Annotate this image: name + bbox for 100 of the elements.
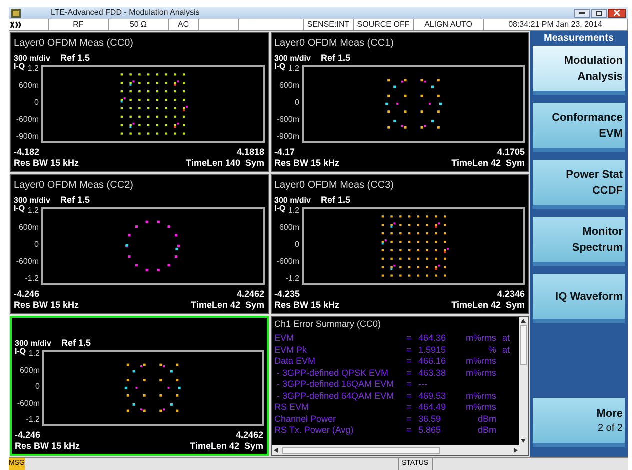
equals-sign: = bbox=[406, 414, 413, 424]
summary-title: Ch1 Error Summary (CC0) bbox=[274, 320, 382, 329]
scale-label: 300 m/div bbox=[14, 197, 50, 205]
metric-label: RS EVM bbox=[274, 403, 310, 412]
y-tick-label: -600m bbox=[16, 116, 39, 124]
plot-panel[interactable]: Layer0 OFDM Meas (CC0) 300 m/div Ref 1.5 I-Q 1.2 600m 0 -600m -900m -4.182 4.1818 Res BW 15 kHz TimeLen 140 Sym bbox=[10, 32, 268, 172]
x-min-label: -4.17 bbox=[274, 148, 296, 157]
equals-sign: = bbox=[406, 403, 413, 412]
softkey-button[interactable]: Monitor Spectrum bbox=[533, 217, 625, 266]
scale-label: 300 m/div bbox=[274, 197, 311, 205]
y-tick-label: 600m bbox=[279, 82, 300, 90]
app-icon bbox=[11, 8, 21, 18]
scale-label: 300 m/div bbox=[274, 55, 311, 63]
status-cell: 50 Ω bbox=[130, 20, 148, 28]
ref-label: Ref 1.5 bbox=[60, 196, 90, 205]
axis-label: I-Q bbox=[15, 348, 26, 356]
timelen-label: TimeLen 42 Sym bbox=[452, 159, 525, 168]
y-tick-label: -1.2 bbox=[26, 416, 40, 424]
y-tick-label: -1.2 bbox=[286, 275, 300, 283]
x-max-label: 4.2462 bbox=[236, 290, 264, 299]
scroll-up-icon bbox=[521, 319, 526, 323]
horizontal-scrollbar[interactable] bbox=[272, 445, 528, 455]
axis-label: I-Q bbox=[14, 63, 26, 71]
equals-sign: = bbox=[406, 426, 413, 436]
ref-label: Ref 1.5 bbox=[320, 196, 350, 205]
equals-sign: = bbox=[406, 334, 413, 344]
y-tick-label: 600m bbox=[18, 82, 39, 90]
minimize-button[interactable] bbox=[574, 8, 590, 18]
metric-unit: m%rms bbox=[466, 368, 496, 378]
y-tick-label: 1.2 bbox=[28, 65, 39, 73]
metric-value: 5.865 bbox=[418, 426, 442, 436]
timelen-label: TimeLen 42 Sym bbox=[191, 301, 264, 310]
y-tick-label: 1.2 bbox=[28, 207, 39, 215]
close-icon bbox=[614, 10, 620, 16]
equals-sign: = bbox=[406, 392, 413, 401]
softkey-button[interactable]: Conformance EVM bbox=[533, 103, 625, 152]
ref-label: Ref 1.5 bbox=[61, 339, 91, 348]
softkey-menu-title: Measurements bbox=[542, 32, 616, 46]
x-min-label: -4.246 bbox=[14, 290, 40, 299]
y-tick-label: 1.2 bbox=[28, 350, 40, 358]
rbw-label: Res BW 15 kHz bbox=[15, 442, 80, 451]
plot-panel[interactable]: Layer0 OFDM Meas (CC1) 300 m/div Ref 1.5 I-Q 1.2 600m 0 -600m -900m -4.17 4.1705 Res BW 15 kHz TimeLen 42 Sym bbox=[270, 32, 529, 172]
scroll-right-icon bbox=[514, 448, 518, 452]
timelen-label: TimeLen 140 Sym bbox=[186, 159, 264, 168]
status-cell: SOURCE OFF bbox=[357, 20, 410, 28]
metric-unit: % bbox=[488, 344, 496, 355]
y-tick-label: 600m bbox=[279, 224, 300, 232]
restore-button[interactable] bbox=[591, 8, 607, 18]
restore-icon bbox=[596, 10, 602, 16]
y-tick-label: -900m bbox=[16, 133, 39, 141]
y-tick-label: 1.2 bbox=[288, 65, 300, 73]
metric-value: 469.53 bbox=[418, 392, 448, 401]
softkey-button[interactable]: Power Stat CCDF bbox=[533, 160, 625, 209]
metric-label: - 3GPP-defined 16QAM EVM bbox=[276, 380, 396, 390]
vertical-scrollbar[interactable] bbox=[519, 317, 528, 445]
y-tick-label: 1.2 bbox=[288, 207, 300, 215]
plot-panel[interactable]: Layer0 OFDM Meas (CC3) 300 m/div Ref 1.5 I-Q 1.2 600m 0 -600m -1.2 -4.235 4.2346 Res BW 15 kHz TimeLen 42 Sym bbox=[270, 174, 529, 314]
status-cell: 08:34:21 PM Jan 23, 2014 bbox=[508, 20, 602, 28]
x-min-label: -4.235 bbox=[274, 290, 300, 299]
scrollbar-thumb[interactable] bbox=[282, 446, 440, 454]
plot-panel[interactable]: Layer0 OFDM Meas (CC2) 300 m/div Ref 1.5 I-Q 1.2 600m 0 -600m -1.2 -4.246 4.2462 Res BW 15 kHz TimeLen 42 Sym bbox=[10, 174, 268, 314]
equals-sign: = bbox=[406, 357, 413, 366]
softkey-button[interactable]: Modulation Analysis bbox=[533, 46, 625, 95]
y-tick-label: 0 bbox=[295, 99, 300, 107]
y-tick-label: 0 bbox=[34, 99, 39, 107]
logo-icon bbox=[10, 20, 22, 28]
metric-value: --- bbox=[418, 380, 428, 390]
y-tick-label: -900m bbox=[276, 133, 300, 141]
metric-unit: m%rms bbox=[466, 356, 496, 366]
metric-unit: m%rms bbox=[466, 333, 496, 344]
softkey-button[interactable]: More 2 of 2 bbox=[533, 398, 625, 447]
panel-title: Layer0 OFDM Meas (CC0) bbox=[14, 39, 134, 49]
rbw-label: Res BW 15 kHz bbox=[274, 301, 340, 310]
metric-value: 1.5915 bbox=[418, 346, 448, 355]
equals-sign: = bbox=[406, 380, 413, 390]
metric-label: EVM Pk bbox=[274, 346, 308, 355]
metric-label: Channel Power bbox=[274, 414, 338, 424]
scrollbar-thumb[interactable] bbox=[520, 325, 527, 365]
close-button[interactable] bbox=[608, 8, 626, 18]
metric-label: - 3GPP-defined 64QAM EVM bbox=[276, 392, 396, 401]
metric-value: 464.49 bbox=[418, 403, 448, 412]
metric-value: 466.16 bbox=[418, 357, 448, 366]
softkey-button[interactable]: IQ Waveform bbox=[533, 274, 625, 323]
status-cell: ALIGN AUTO bbox=[424, 20, 472, 28]
panel-title: Layer0 OFDM Meas (CC2) bbox=[14, 181, 134, 191]
x-max-label: 4.2346 bbox=[497, 290, 525, 299]
status-cell: AC bbox=[178, 20, 190, 28]
y-tick-label: -600m bbox=[276, 258, 300, 266]
metric-value: 463.38 bbox=[418, 368, 448, 378]
equals-sign: = bbox=[406, 368, 413, 378]
axis-label: I-Q bbox=[14, 205, 26, 213]
ref-label: Ref 1.5 bbox=[60, 54, 90, 63]
timelen-label: TimeLen 42 Sym bbox=[190, 442, 264, 451]
scale-label: 300 m/div bbox=[15, 340, 52, 348]
plot-panel[interactable]: 300 m/div Ref 1.5 I-Q 1.2 600m 0 -600m -1.2 -4.246 4.2462 Res BW 15 kHz TimeLen 42 Sym bbox=[10, 316, 268, 456]
metric-suffix: at bbox=[502, 344, 510, 355]
y-tick-label: 0 bbox=[34, 241, 39, 249]
y-tick-label: -600m bbox=[17, 400, 40, 408]
x-min-label: -4.182 bbox=[14, 148, 40, 157]
status-cell: RF bbox=[73, 20, 84, 28]
